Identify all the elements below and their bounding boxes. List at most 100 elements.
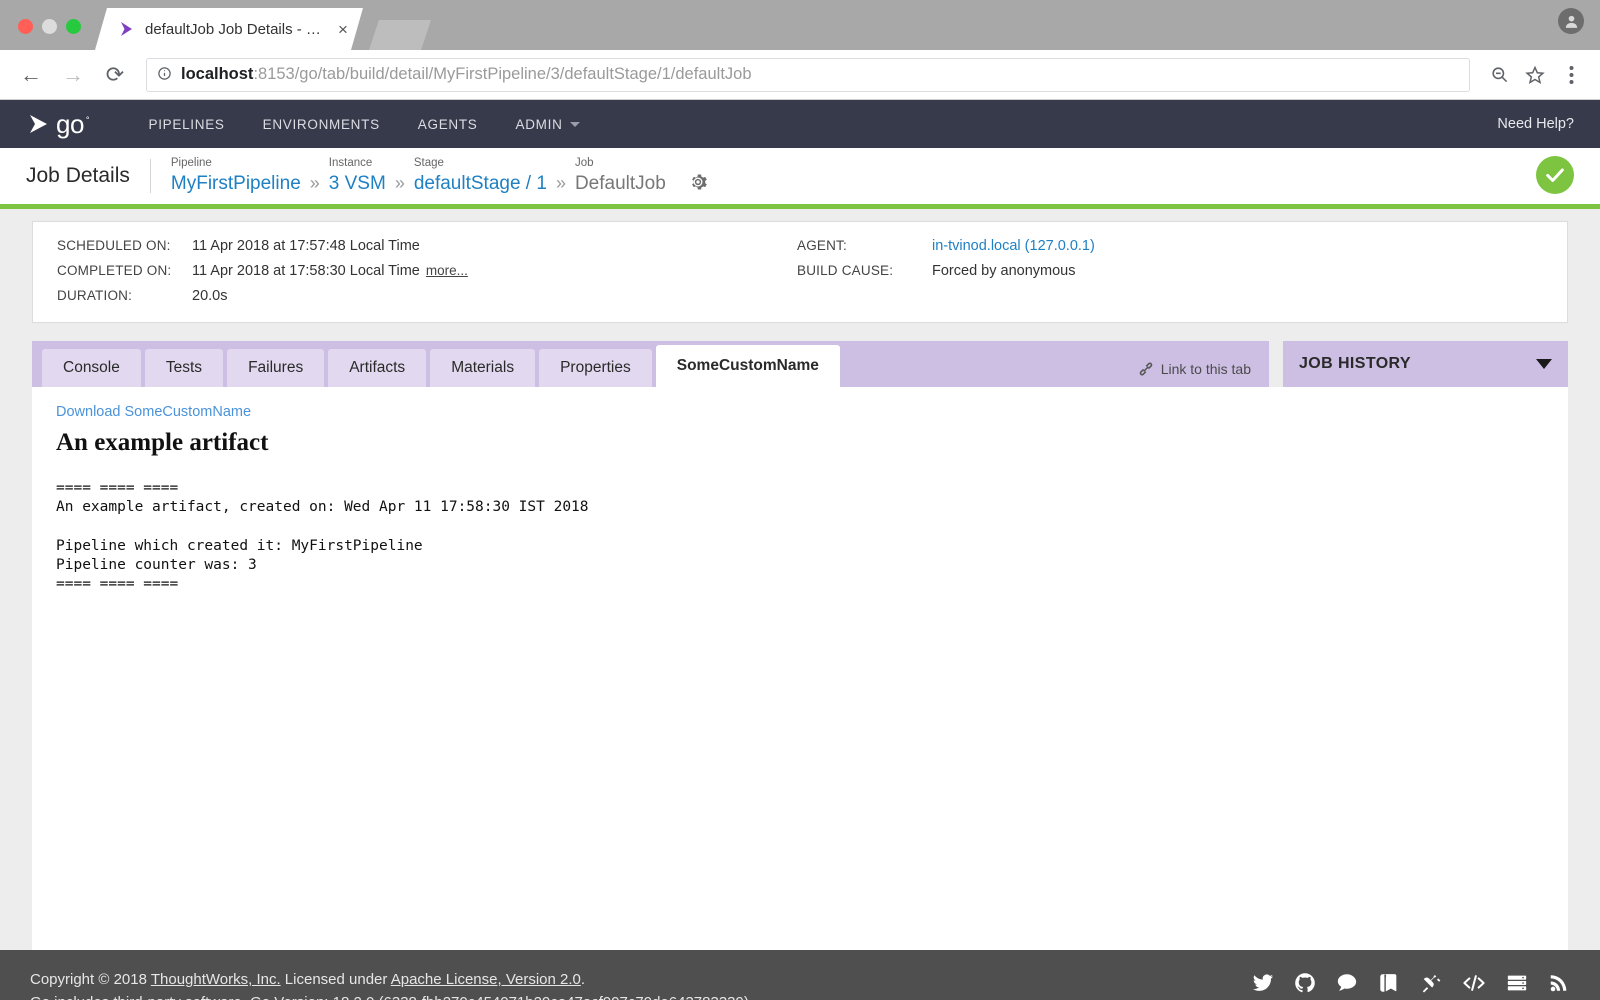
book-icon[interactable]	[1378, 972, 1400, 994]
need-help-link[interactable]: Need Help?	[1497, 116, 1574, 132]
crumb-label: Job	[574, 157, 594, 170]
nav-right: Need Help?	[1497, 115, 1574, 133]
link-to-this-tab-label: Link to this tab	[1160, 361, 1251, 377]
tab-failures[interactable]: Failures	[227, 349, 325, 387]
gocd-play-icon	[30, 115, 47, 133]
job-tabs: Console Tests Failures Artifacts Materia…	[32, 341, 1269, 387]
rss-icon[interactable]	[1548, 972, 1570, 994]
gear-icon	[691, 174, 707, 190]
profile-avatar[interactable]	[1558, 8, 1584, 34]
nav-label: Admin	[515, 116, 563, 132]
breadcrumb-separator: »	[555, 172, 566, 193]
tab-artifacts[interactable]: Artifacts	[328, 349, 427, 387]
summary-value: 20.0s	[192, 288, 228, 304]
job-summary-left: Scheduled on: 11 Apr 2018 at 17:57:48 Lo…	[57, 238, 797, 304]
search-icon[interactable]	[1482, 58, 1516, 92]
more-link[interactable]: more...	[426, 263, 468, 278]
license-mid: Licensed under	[280, 971, 391, 988]
job-history-dropdown[interactable]: JOB HISTORY	[1283, 341, 1568, 387]
tab-tests[interactable]: Tests	[144, 349, 224, 387]
check-icon	[1546, 168, 1564, 182]
star-icon[interactable]	[1518, 58, 1552, 92]
tab-materials[interactable]: Materials	[430, 349, 536, 387]
tab-properties[interactable]: Properties	[539, 349, 652, 387]
comment-icon[interactable]	[1336, 972, 1358, 994]
code-icon[interactable]	[1462, 972, 1486, 994]
url-host: localhost	[181, 65, 254, 83]
tab-console[interactable]: Console	[42, 349, 141, 387]
gocd-logo[interactable]: go °	[26, 111, 90, 137]
twitter-icon[interactable]	[1252, 972, 1274, 994]
window-maximize-button[interactable]	[66, 19, 81, 34]
artifact-body: ==== ==== ==== An example artifact, crea…	[56, 480, 589, 593]
nav-item-admin[interactable]: Admin	[497, 100, 599, 148]
crumb-label: Instance	[328, 157, 373, 170]
tab-label: Tests	[165, 359, 203, 376]
status-badge	[1536, 156, 1574, 194]
page-footer: Copyright © 2018 ThoughtWorks, Inc. Lice…	[0, 950, 1600, 1000]
breadcrumb-item-pipeline[interactable]: Pipeline MyFirstPipeline	[171, 157, 301, 194]
window-minimize-button[interactable]	[42, 19, 57, 34]
summary-row-duration: Duration: 20.0s	[57, 288, 797, 304]
job-summary-panel: Scheduled on: 11 Apr 2018 at 17:57:48 Lo…	[32, 221, 1568, 323]
footer-line-2: Go includes third-party software. Go Ver…	[30, 991, 749, 1000]
breadcrumb: Pipeline MyFirstPipeline » Instance 3 VS…	[171, 157, 666, 194]
download-artifact-link[interactable]: Download SomeCustomName	[56, 404, 251, 420]
browser-titlebar: defaultJob Job Details - Go ×	[0, 0, 1600, 50]
settings-button[interactable]	[688, 172, 708, 192]
forward-button[interactable]: →	[54, 56, 92, 94]
close-icon[interactable]: ×	[333, 21, 353, 38]
nav-item-agents[interactable]: Agents	[399, 100, 497, 148]
new-tab-button[interactable]	[369, 20, 431, 50]
crumb-value[interactable]: MyFirstPipeline	[171, 173, 301, 195]
browser-tab-title: defaultJob Job Details - Go	[145, 20, 325, 38]
site-info-icon[interactable]	[157, 66, 172, 84]
thoughtworks-link[interactable]: ThoughtWorks, Inc.	[151, 971, 281, 988]
crumb-value[interactable]: defaultStage / 1	[414, 173, 547, 195]
kebab-menu-icon[interactable]	[1554, 58, 1588, 92]
url-path: :8153/go/tab/build/detail/MyFirstPipelin…	[253, 65, 752, 83]
github-icon[interactable]	[1294, 972, 1316, 994]
crumb-value: DefaultJob	[574, 172, 666, 194]
summary-value: 11 Apr 2018 at 17:58:30 Local Time	[192, 263, 420, 279]
nav-items: Pipelines Environments Agents Admin	[130, 100, 599, 148]
plug-icon[interactable]	[1420, 972, 1442, 994]
address-bar[interactable]: localhost:8153/go/tab/build/detail/MyFir…	[146, 57, 1470, 92]
toolbar-actions	[1482, 58, 1588, 92]
chevron-down-icon	[1536, 359, 1552, 369]
summary-key: Agent:	[797, 238, 847, 253]
copyright-prefix: Copyright © 2018	[30, 971, 151, 988]
browser-tab[interactable]: defaultJob Job Details - Go ×	[95, 8, 363, 50]
summary-row-agent: Agent: in-tvinod.local (127.0.0.1)	[797, 238, 1095, 254]
back-button[interactable]: ←	[12, 56, 50, 94]
summary-row-build-cause: Build cause: Forced by anonymous	[797, 263, 1095, 279]
summary-key: Completed on:	[57, 263, 172, 278]
crumb-label: Stage	[413, 157, 444, 170]
crumb-label: Pipeline	[170, 157, 212, 170]
breadcrumb-separator: »	[394, 172, 405, 193]
nav-label: Pipelines	[148, 116, 225, 132]
summary-key: Build cause:	[797, 263, 894, 278]
tab-content-panel: Download SomeCustomName An example artif…	[32, 387, 1568, 950]
link-to-this-tab[interactable]: Link to this tab	[1138, 361, 1251, 377]
nav-item-pipelines[interactable]: Pipelines	[130, 100, 244, 148]
breadcrumb-item-stage[interactable]: Stage defaultStage / 1	[414, 157, 547, 194]
nav-item-environments[interactable]: Environments	[244, 100, 399, 148]
window-close-button[interactable]	[18, 19, 33, 34]
breadcrumb-item-instance[interactable]: Instance 3 VSM	[329, 157, 386, 194]
reload-button[interactable]: ⟳	[96, 56, 134, 94]
apache-license-link[interactable]: Apache License, Version 2.0	[391, 971, 581, 988]
chevron-down-icon	[569, 121, 580, 127]
content-area: Scheduled on: 11 Apr 2018 at 17:57:48 Lo…	[0, 209, 1600, 950]
tab-label: Failures	[248, 359, 304, 376]
agent-link[interactable]: in-tvinod.local (127.0.0.1)	[932, 238, 1095, 254]
window-traffic-lights	[0, 19, 95, 50]
crumb-value[interactable]: 3 VSM	[329, 173, 386, 195]
gocd-play-icon	[117, 19, 137, 39]
breadcrumb-item-job: Job DefaultJob	[575, 157, 666, 194]
job-history-label: JOB HISTORY	[1299, 355, 1411, 372]
tab-somecustomname[interactable]: SomeCustomName	[655, 345, 840, 387]
header-divider	[149, 159, 151, 193]
server-icon[interactable]	[1506, 972, 1528, 994]
job-summary-right: Agent: in-tvinod.local (127.0.0.1) Build…	[797, 238, 1095, 304]
